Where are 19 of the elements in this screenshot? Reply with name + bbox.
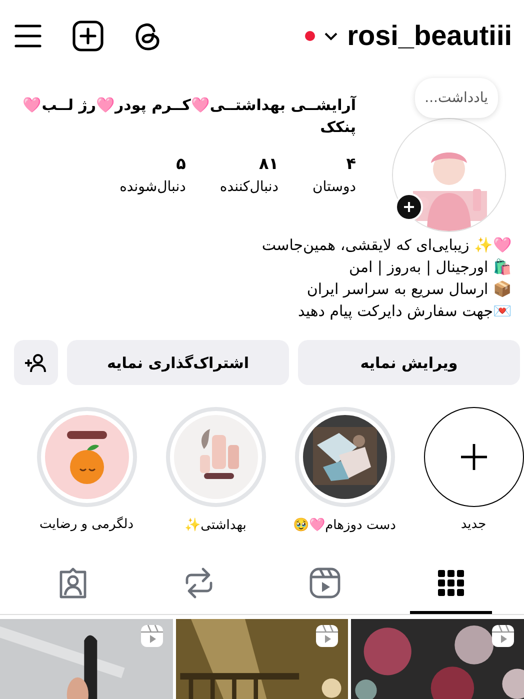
highlight-title[interactable]: بهداشتی✨	[184, 517, 246, 533]
stat-label[interactable]: دوستان	[312, 179, 356, 195]
bio-line: 💌جهت سفارش دایرکت پیام دهید	[297, 301, 512, 322]
highlight-title[interactable]: دست دوزهام🩷🥹	[293, 517, 396, 533]
bio-line: 📦 ارسال سریع به سراسر ایران	[306, 279, 512, 300]
bio-line: 🩷✨ زیبایی‌ای که لایقشی، همین‌جاست	[260, 235, 512, 256]
stat-label[interactable]: دنبال‌کننده	[220, 179, 278, 195]
highlight-title[interactable]: جدید	[460, 517, 486, 532]
highlight-title[interactable]: دلگرمی و رضایت	[39, 517, 134, 532]
stat-label[interactable]: دنبال‌شونده	[120, 179, 186, 195]
stat-count: ۵	[176, 154, 186, 173]
username[interactable]: rosi_beautiii	[347, 20, 512, 52]
note-bubble[interactable]: یادداشت...	[414, 78, 498, 118]
bio-line: 🛍 اورجینال | به‌روز | امن	[348, 257, 512, 278]
share-profile-button[interactable]: اشتراک‌گذاری نمایه	[67, 340, 289, 385]
stat-count: ۸۱	[258, 154, 278, 173]
profile-name: آرایشــی بهداشتــی🩷کــرم پودر🩷رژ لــب🩷 پنکک	[22, 94, 356, 138]
edit-profile-button[interactable]: ویرایش نمایه	[298, 340, 520, 385]
stat-count: ۴	[346, 154, 356, 173]
